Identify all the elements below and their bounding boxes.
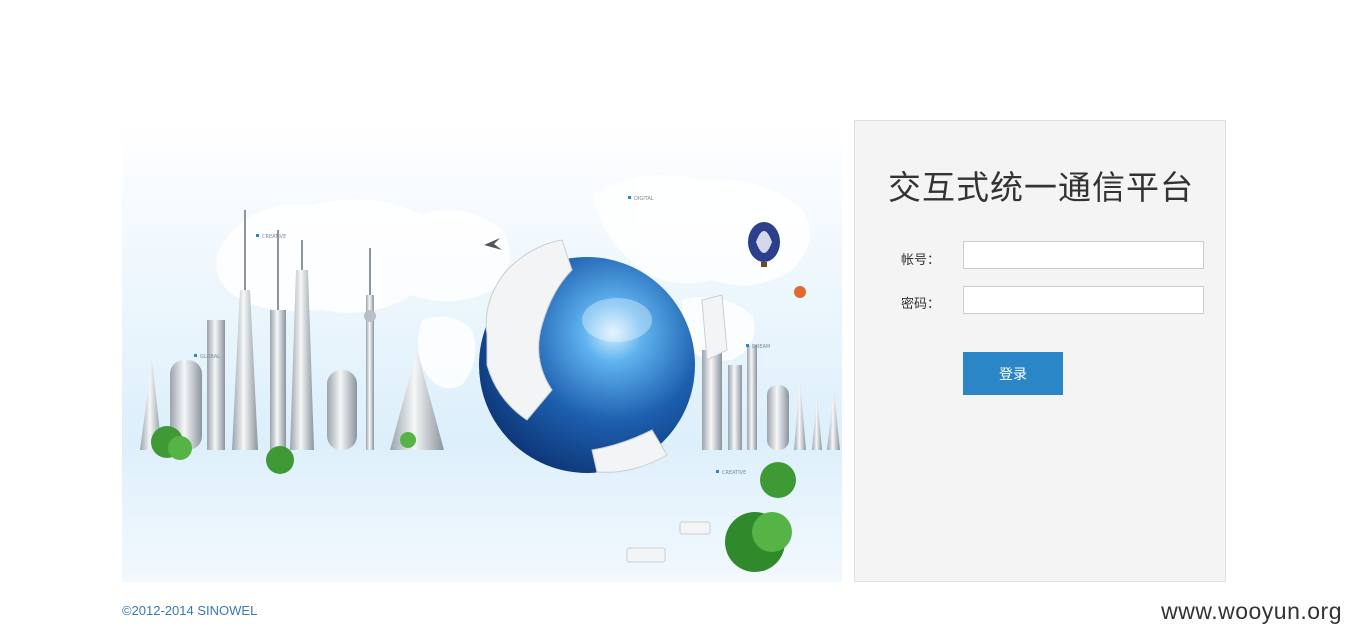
map-label: CREATIVE: [262, 234, 286, 240]
map-label: DIGITAL: [634, 196, 654, 202]
watermark-text: www.wooyun.org: [1161, 598, 1342, 624]
username-label: 帐号：: [901, 253, 941, 268]
login-title: 交互式统一通信平台: [888, 168, 1194, 207]
login-page: GLOBAL CREATIVE DIGITAL DREAM CREATIVE 交互式统一…: [0, 0, 1351, 641]
map-label: CREATIVE: [722, 470, 746, 476]
city-globe-illustration: GLOBAL CREATIVE DIGITAL DREAM CREATIVE: [122, 175, 842, 582]
password-input[interactable]: [963, 286, 1204, 314]
password-label: 密码：: [901, 297, 941, 312]
map-label: GLOBAL: [200, 354, 220, 360]
login-button[interactable]: 登录: [963, 352, 1063, 395]
map-label: DREAM: [752, 344, 770, 350]
copyright-text: ©2012-2014 SINOWEL: [122, 603, 258, 618]
login-panel: 交互式统一通信平台 帐号： 密码： 登录: [854, 120, 1226, 582]
banner-illustration: GLOBAL CREATIVE DIGITAL DREAM CREATIVE: [122, 120, 842, 582]
username-input[interactable]: [963, 241, 1204, 269]
